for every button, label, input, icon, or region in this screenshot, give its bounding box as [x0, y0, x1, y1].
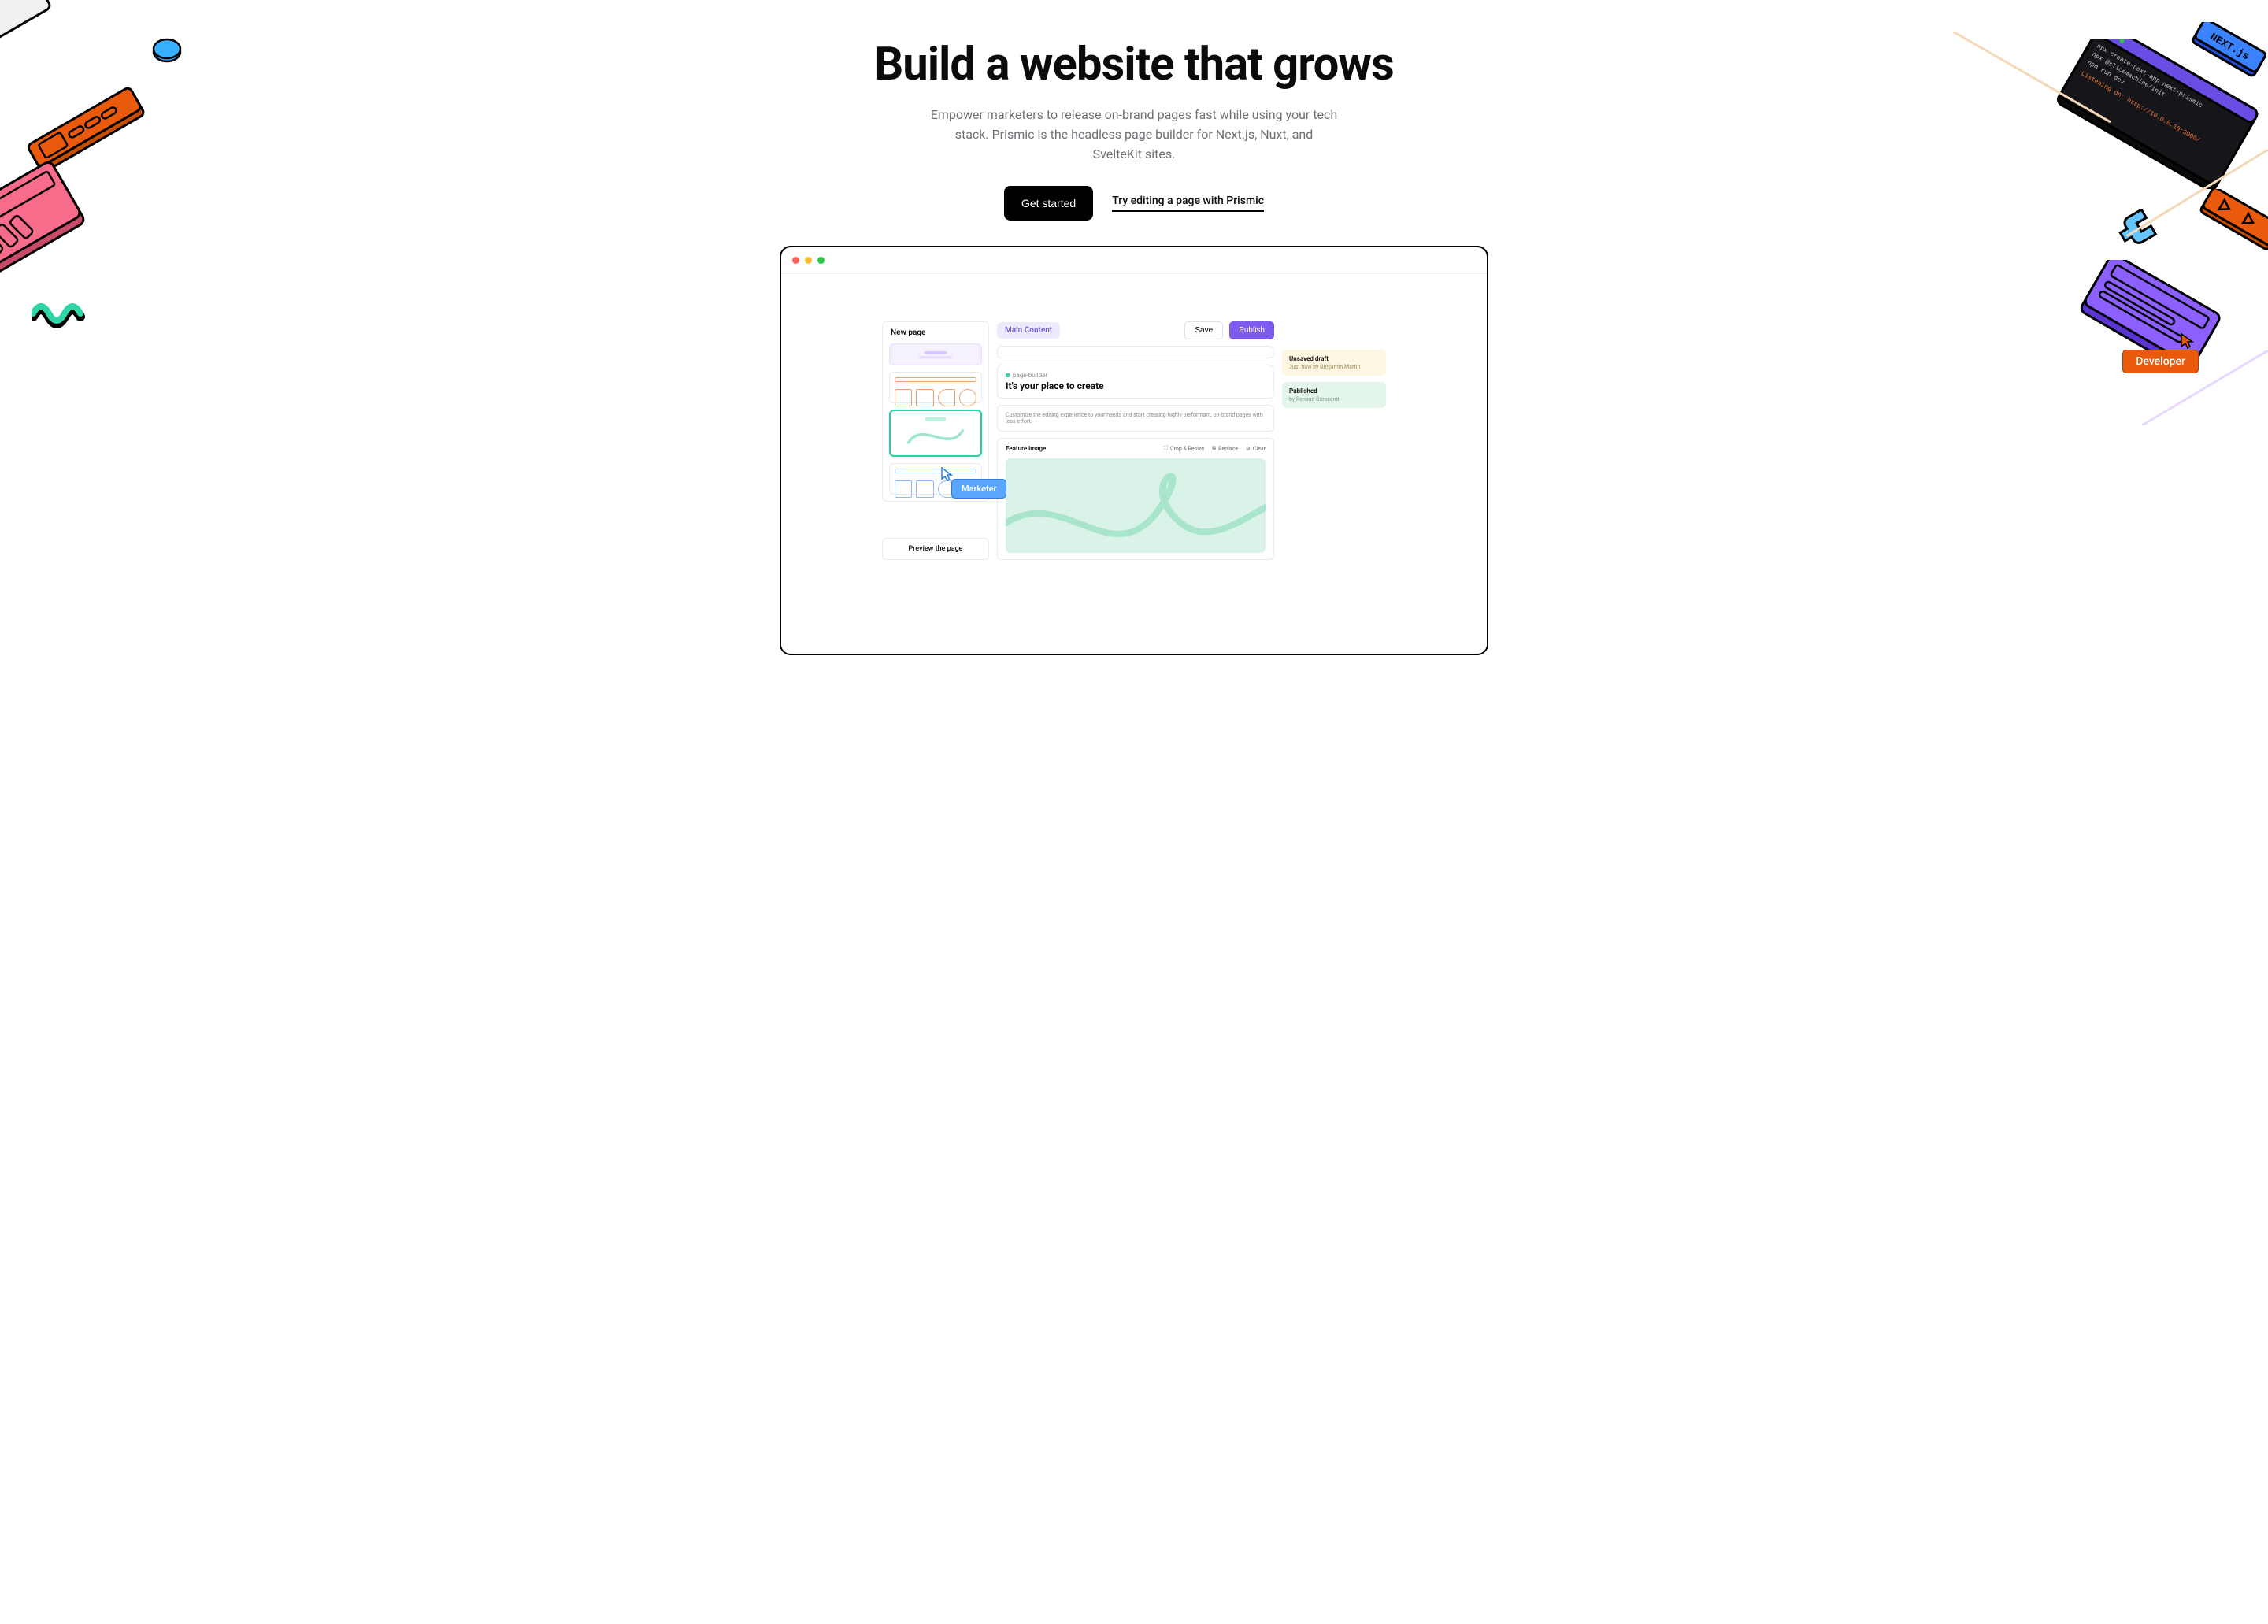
replace-button[interactable]: ⧉Replace [1212, 445, 1238, 452]
preview-page-button[interactable]: Preview the page [882, 538, 989, 560]
developer-badge: Developer [2122, 350, 2199, 373]
hero-subhead: Empower marketers to release on-brand pa… [929, 106, 1339, 164]
new-page-label: New page [883, 322, 988, 343]
decor-green-squiggle [32, 299, 87, 331]
status-draft: Unsaved draft Just now by Benjamin Marti… [1282, 350, 1386, 376]
feature-image-label: Feature image [1006, 445, 1046, 452]
publish-button[interactable]: Publish [1229, 321, 1274, 339]
title-field[interactable]: page-builder It's your place to create [997, 365, 1274, 399]
thumb-hero[interactable] [889, 343, 982, 365]
feature-image-preview[interactable] [1006, 458, 1266, 553]
replace-icon: ⧉ [1212, 445, 1216, 452]
editor-window: Marketer New page [780, 246, 1488, 655]
window-minimize-icon[interactable] [805, 257, 812, 264]
title-value: It's your place to create [1006, 380, 1266, 391]
cursor-marketer-icon [940, 466, 954, 485]
thumb-feature-selected[interactable] [889, 410, 982, 457]
hero-headline: Build a website that grows [0, 38, 2268, 91]
main-content-chip[interactable]: Main Content [997, 322, 1060, 339]
marketer-badge: Marketer [951, 479, 1006, 499]
try-editing-link[interactable]: Try editing a page with Prismic [1112, 195, 1264, 212]
window-close-icon[interactable] [792, 257, 799, 264]
clear-icon: ⊘ [1246, 446, 1251, 452]
decor-cursor-dev [2180, 332, 2196, 350]
get-started-button[interactable]: Get started [1004, 186, 1093, 221]
status-published: Published by Renaud Bressand [1282, 382, 1386, 408]
description-field[interactable]: Customize the editing experience to your… [997, 405, 1274, 432]
feature-image-block: Feature image ⛶Crop & Resize ⧉Replace ⊘C… [997, 438, 1274, 560]
clear-button[interactable]: ⊘Clear [1246, 445, 1266, 452]
crop-icon: ⛶ [1164, 445, 1168, 452]
thumb-gallery-orange[interactable] [889, 372, 982, 403]
window-titlebar [781, 247, 1487, 274]
page-builder-label: page-builder [1006, 372, 1266, 379]
crop-resize-button[interactable]: ⛶Crop & Resize [1164, 445, 1204, 452]
save-button[interactable]: Save [1184, 321, 1223, 339]
window-zoom-icon[interactable] [817, 257, 825, 264]
